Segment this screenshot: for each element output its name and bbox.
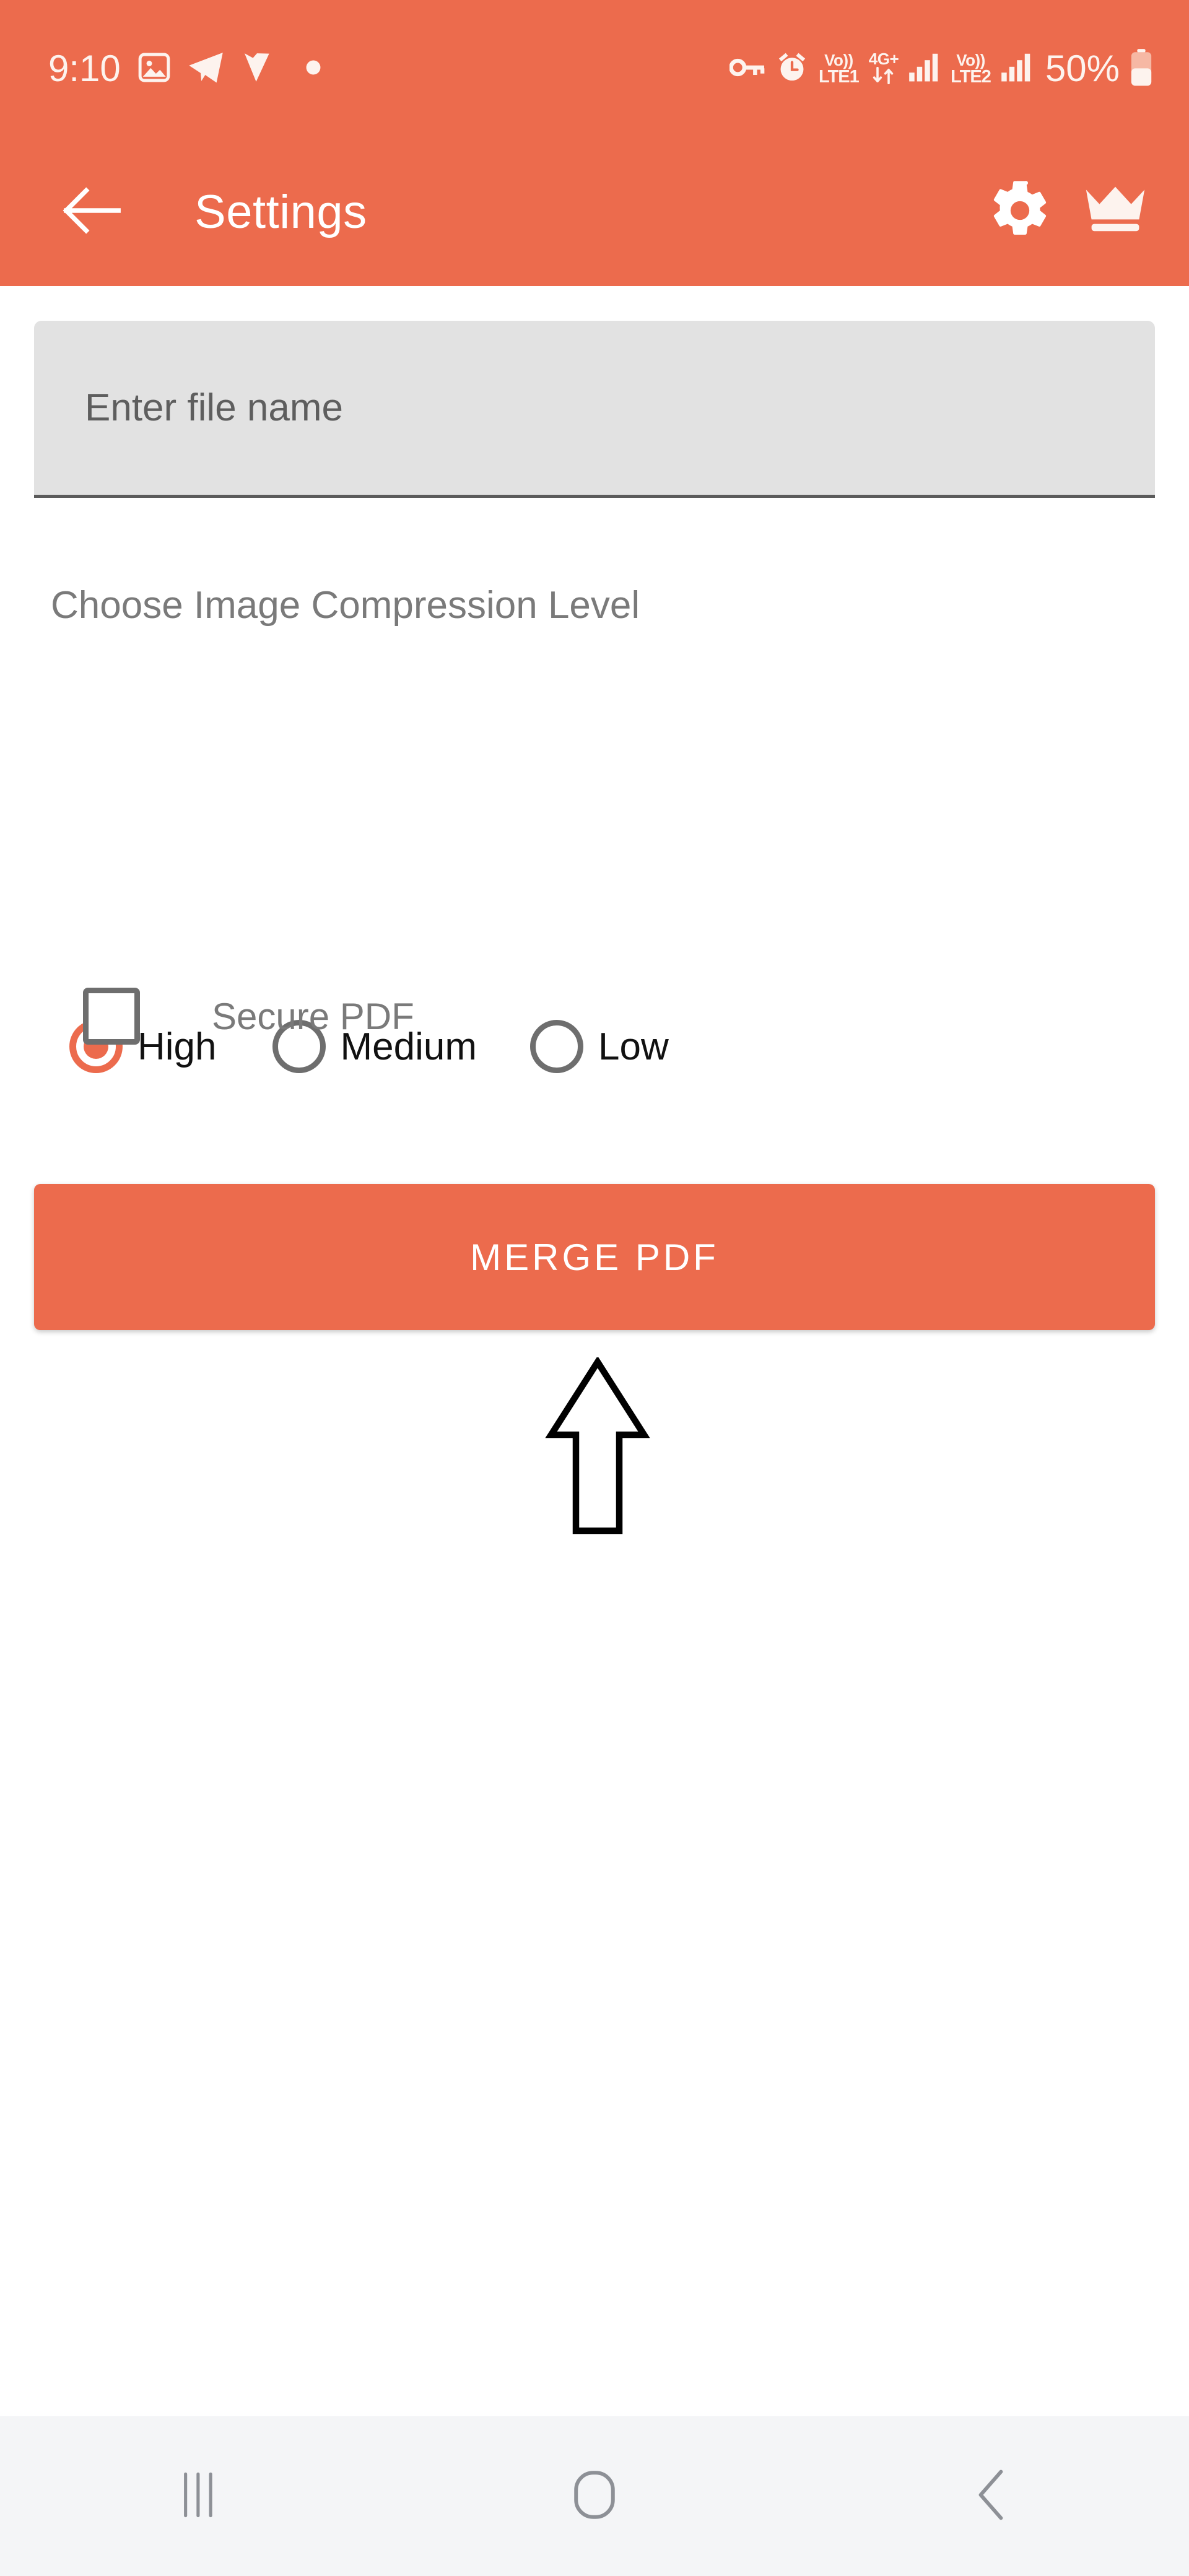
nav-back[interactable] <box>793 2416 1189 2576</box>
back-chevron-icon <box>972 2469 1010 2523</box>
signal-bars-1-icon <box>908 53 941 85</box>
system-nav-bar <box>0 2416 1189 2576</box>
radio-option-low[interactable]: Low <box>530 1020 669 1073</box>
status-bar-right: Vo)) LTE1 4G+ Vo)) LTE2 50% <box>729 48 1153 90</box>
settings-content: Enter file name Choose Image Compression… <box>0 286 1189 2416</box>
home-icon <box>572 2470 617 2523</box>
gear-icon <box>988 178 1052 246</box>
4g-plus-data-icon: 4G+ <box>869 51 899 87</box>
crown-icon <box>1083 183 1148 241</box>
image-icon <box>137 50 172 88</box>
phone-screen: 9:10 Vo)) LTE1 4G+ Vo)) LTE2 50% Setting… <box>0 0 1189 2576</box>
volte2-top-label: Vo)) <box>956 50 985 69</box>
nav-recents[interactable] <box>0 2416 396 2576</box>
compression-level-label: Choose Image Compression Level <box>51 584 640 627</box>
telegram-icon <box>188 50 225 88</box>
nav-home[interactable] <box>396 2416 793 2576</box>
key-icon <box>729 52 765 86</box>
status-bar: 9:10 Vo)) LTE1 4G+ Vo)) LTE2 50% <box>0 0 1189 137</box>
arrow-up-outline-annotation <box>545 1355 650 1537</box>
secure-pdf-label: Secure PDF <box>212 995 414 1037</box>
page-title: Settings <box>194 185 367 238</box>
filename-input[interactable]: Enter file name <box>34 321 1155 498</box>
status-bar-left: 9:10 <box>48 50 321 88</box>
network-type-label: 4G+ <box>868 50 899 68</box>
volte2-bottom-label: LTE2 <box>951 66 991 87</box>
filename-placeholder: Enter file name <box>85 386 343 429</box>
arrow-left-icon <box>63 186 122 238</box>
back-button[interactable] <box>58 178 126 246</box>
secure-pdf-checkbox[interactable] <box>83 988 140 1045</box>
settings-action[interactable] <box>983 175 1056 248</box>
volte1-top-label: Vo)) <box>824 50 853 69</box>
merge-pdf-button[interactable]: MERGE PDF <box>34 1184 1155 1330</box>
radio-circle-low <box>530 1020 584 1073</box>
signal-bars-2-icon <box>1001 53 1033 85</box>
volte1-bottom-label: LTE1 <box>819 66 860 87</box>
alarm-clock-icon <box>775 51 809 87</box>
secure-pdf-checkbox-row[interactable]: Secure PDF <box>83 988 414 1045</box>
notification-dot-icon <box>305 59 321 79</box>
volte2-icon: Vo)) LTE2 <box>951 52 991 86</box>
v-app-icon <box>241 50 273 88</box>
app-bar: Settings <box>0 137 1189 286</box>
battery-icon <box>1130 48 1153 90</box>
radio-label-low: Low <box>598 1025 669 1068</box>
status-clock: 9:10 <box>48 48 121 89</box>
data-arrows-icon <box>871 66 897 87</box>
battery-percent-label: 50% <box>1045 48 1120 89</box>
volte1-icon: Vo)) LTE1 <box>819 50 860 87</box>
premium-action[interactable] <box>1079 175 1152 248</box>
recents-icon <box>176 2471 220 2522</box>
